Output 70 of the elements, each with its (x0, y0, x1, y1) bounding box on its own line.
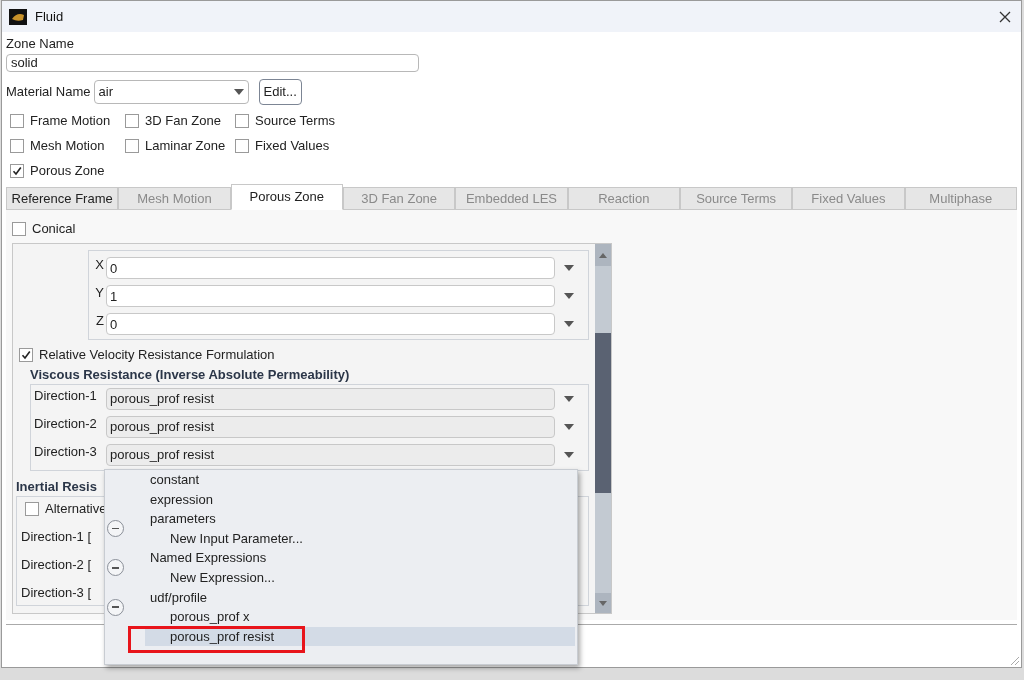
checkbox[interactable] (10, 164, 24, 178)
checkbox[interactable] (125, 114, 139, 128)
checkbox-label: Relative Velocity Resistance Formulation (39, 347, 275, 363)
vector-field[interactable]: 0 (106, 313, 555, 335)
direction-label: Direction-1 [ (21, 529, 92, 545)
resistance-dropdown[interactable]: porous_prof resist (106, 416, 555, 438)
checkbox-label: Frame Motion (30, 112, 111, 130)
direction-label: Direction-2 [ (21, 557, 92, 573)
resize-grip-icon[interactable] (1008, 654, 1020, 666)
axis-label: X (94, 257, 104, 273)
caret-icon[interactable] (564, 452, 574, 458)
resistance-dropdown[interactable]: porous_prof resist (106, 444, 555, 466)
app-icon (9, 8, 27, 25)
zone-name-field[interactable]: solid (6, 54, 419, 72)
checkbox[interactable] (235, 114, 249, 128)
tab[interactable]: Porous Zone (230, 184, 343, 210)
caret-icon[interactable] (564, 321, 574, 327)
dropdown-option[interactable]: New Input Parameter... (145, 528, 575, 549)
checkbox[interactable] (125, 139, 139, 153)
material-dropdown[interactable]: air (93, 80, 249, 104)
close-icon[interactable] (999, 10, 1011, 23)
direction-label: Direction-3 (34, 444, 98, 460)
dropdown-option[interactable]: expression (145, 489, 575, 510)
dropdown-option[interactable]: constant (145, 470, 575, 490)
scroll-up-icon[interactable] (599, 252, 607, 258)
checkbox-label: Conical (32, 221, 76, 237)
checkbox[interactable] (10, 114, 24, 128)
caret-icon[interactable] (564, 293, 574, 299)
scrollbar[interactable] (595, 244, 611, 613)
caret-icon[interactable] (564, 424, 574, 430)
checkbox-label: Porous Zone (30, 162, 105, 180)
checkbox-label: Laminar Zone (145, 137, 226, 155)
dropdown-option[interactable]: udf/profile (145, 587, 575, 608)
checkbox[interactable] (19, 348, 33, 362)
collapse-icon[interactable] (107, 559, 124, 577)
dropdown-option[interactable]: parameters (145, 509, 575, 529)
zone-name-label: Zone Name (6, 36, 75, 52)
checkbox-label: Alternative (45, 501, 107, 517)
checkbox[interactable] (12, 222, 26, 236)
caret-icon[interactable] (564, 396, 574, 402)
checkbox[interactable] (10, 139, 24, 153)
direction-label: Direction-3 [ (21, 585, 92, 601)
dropdown-option[interactable]: Named Expressions (145, 548, 575, 568)
checkbox-label: Mesh Motion (30, 137, 105, 155)
section-title: Viscous Resistance (Inverse Absolute Permeability) (30, 367, 350, 383)
window-title: Fluid (35, 7, 64, 26)
material-name-label: Material Name (6, 83, 91, 102)
section-title: Inertial Resis (16, 479, 97, 495)
resistance-dropdown[interactable]: porous_prof resist (106, 388, 555, 410)
direction-label: Direction-1 (34, 388, 98, 404)
checkbox-label: 3D Fan Zone (145, 112, 221, 130)
checkbox[interactable] (235, 139, 249, 153)
collapse-icon[interactable] (107, 520, 124, 538)
dropdown-option[interactable]: porous_prof x (145, 607, 575, 627)
dropdown-option[interactable]: New Expression... (145, 567, 575, 588)
vector-field[interactable]: 0 (106, 257, 555, 279)
scroll-down-icon[interactable] (599, 600, 607, 606)
checkbox-label: Fixed Values (255, 137, 330, 155)
collapse-icon[interactable] (107, 598, 124, 616)
checkbox[interactable] (25, 502, 39, 516)
dropdown-option[interactable]: porous_prof resist (145, 626, 575, 647)
caret-icon[interactable] (233, 89, 244, 95)
vector-field[interactable]: 1 (106, 285, 555, 307)
axis-label: Z (95, 313, 104, 329)
direction-label: Direction-2 (34, 416, 98, 432)
tab[interactable]: Reference Frame (6, 187, 119, 210)
checkbox-label: Source Terms (255, 112, 335, 130)
axis-label: Y (94, 285, 104, 301)
edit-button[interactable]: Edit... (258, 79, 302, 105)
caret-icon[interactable] (564, 265, 574, 271)
